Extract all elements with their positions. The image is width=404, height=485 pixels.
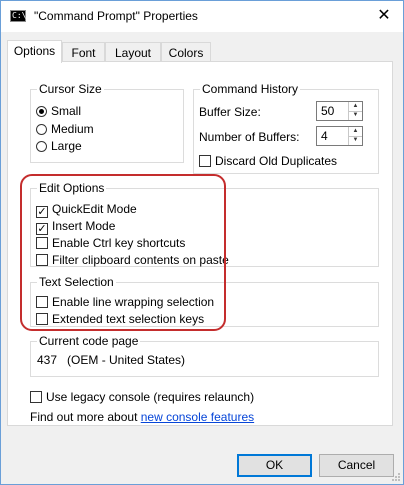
legacy-console-checkbox[interactable]: Use legacy console (requires relaunch) <box>30 389 254 405</box>
cancel-button[interactable]: Cancel <box>319 454 394 477</box>
find-out-prefix: Find out more about <box>30 410 141 424</box>
checkbox[interactable] <box>36 237 48 249</box>
buffer-size-arrows: ▲ ▼ <box>348 102 362 120</box>
checkbox-checked[interactable]: ✓ <box>36 206 48 218</box>
edit-options-legend: Edit Options <box>37 181 107 195</box>
filter-clipboard-label: Filter clipboard contents on paste <box>52 253 229 267</box>
checkbox[interactable] <box>199 155 211 167</box>
filter-clipboard-checkbox[interactable]: Filter clipboard contents on paste <box>36 252 229 268</box>
spin-down-icon[interactable]: ▼ <box>349 111 362 120</box>
num-buffers-arrows: ▲ ▼ <box>348 127 362 145</box>
discard-duplicates-label: Discard Old Duplicates <box>215 154 338 168</box>
text-selection-legend: Text Selection <box>37 275 116 289</box>
radio-button[interactable] <box>36 106 47 117</box>
radio-small-label: Small <box>51 104 82 118</box>
tab-layout[interactable]: Layout <box>105 42 161 62</box>
num-buffers-value[interactable]: 4 <box>321 129 328 143</box>
text-selection-group: Text Selection Enable line wrapping sele… <box>30 275 379 327</box>
console-features-link[interactable]: new console features <box>141 410 254 424</box>
radio-medium[interactable]: Medium <box>36 121 94 137</box>
properties-window: C:\ "Command Prompt" Properties ✕ Option… <box>0 0 404 485</box>
num-buffers-stepper[interactable]: 4 ▲ ▼ <box>316 126 363 146</box>
resize-grip-icon[interactable] <box>391 472 401 482</box>
radio-button[interactable] <box>36 124 47 135</box>
extended-keys-label: Extended text selection keys <box>52 312 205 326</box>
code-page-legend: Current code page <box>37 334 141 348</box>
checkbox-checked[interactable]: ✓ <box>36 223 48 235</box>
console-icon-glyph: C:\ <box>12 11 27 20</box>
checkbox[interactable] <box>36 296 48 308</box>
buffer-size-label: Buffer Size: <box>199 105 261 119</box>
spin-down-icon[interactable]: ▼ <box>349 136 362 145</box>
options-tab-panel: Cursor Size Small Medium Large Command H… <box>7 61 393 426</box>
dialog-client-area: Options Font Layout Colors Cursor Size S… <box>1 32 403 484</box>
radio-button[interactable] <box>36 141 47 152</box>
insert-mode-label: Insert Mode <box>52 219 116 233</box>
title-bar[interactable]: C:\ "Command Prompt" Properties ✕ <box>1 1 403 32</box>
buffer-size-value[interactable]: 50 <box>321 104 334 118</box>
console-app-icon: C:\ <box>10 10 26 22</box>
ctrl-shortcuts-checkbox[interactable]: Enable Ctrl key shortcuts <box>36 235 185 251</box>
window-title: "Command Prompt" Properties <box>34 9 198 23</box>
ok-button[interactable]: OK <box>237 454 312 477</box>
ctrl-shortcuts-label: Enable Ctrl key shortcuts <box>52 236 186 250</box>
checkbox[interactable] <box>36 313 48 325</box>
extended-keys-checkbox[interactable]: Extended text selection keys <box>36 311 204 327</box>
edit-options-group: Edit Options ✓ QuickEdit Mode ✓ Insert Mod… <box>30 181 379 268</box>
quickedit-checkbox[interactable]: ✓ QuickEdit Mode <box>36 201 137 218</box>
code-page-group: Current code page 437 (OEM - United Stat… <box>30 334 379 377</box>
cursor-size-group: Cursor Size Small Medium Large <box>30 82 184 163</box>
tab-font[interactable]: Font <box>62 42 105 62</box>
radio-large[interactable]: Large <box>36 138 82 154</box>
radio-small[interactable]: Small <box>36 103 81 119</box>
command-history-group: Command History Buffer Size: 50 ▲ ▼ Numb… <box>193 82 379 174</box>
insert-mode-checkbox[interactable]: ✓ Insert Mode <box>36 218 116 235</box>
close-icon[interactable]: ✕ <box>373 5 395 27</box>
checkbox[interactable] <box>36 254 48 266</box>
radio-medium-label: Medium <box>51 122 94 136</box>
line-wrapping-checkbox[interactable]: Enable line wrapping selection <box>36 294 214 310</box>
line-wrapping-label: Enable line wrapping selection <box>52 295 215 309</box>
num-buffers-label: Number of Buffers: <box>199 130 300 144</box>
tab-options[interactable]: Options <box>7 40 62 63</box>
tab-colors[interactable]: Colors <box>161 42 211 62</box>
checkbox[interactable] <box>30 391 42 403</box>
legacy-console-label: Use legacy console (requires relaunch) <box>46 390 255 404</box>
find-out-more: Find out more about new console features <box>30 409 254 425</box>
discard-duplicates-checkbox[interactable]: Discard Old Duplicates <box>199 153 337 169</box>
quickedit-label: QuickEdit Mode <box>52 202 137 216</box>
cursor-size-legend: Cursor Size <box>37 82 104 96</box>
code-page-value: 437 (OEM - United States) <box>37 353 186 367</box>
command-history-legend: Command History <box>200 82 301 96</box>
radio-large-label: Large <box>51 139 82 153</box>
buffer-size-stepper[interactable]: 50 ▲ ▼ <box>316 101 363 121</box>
